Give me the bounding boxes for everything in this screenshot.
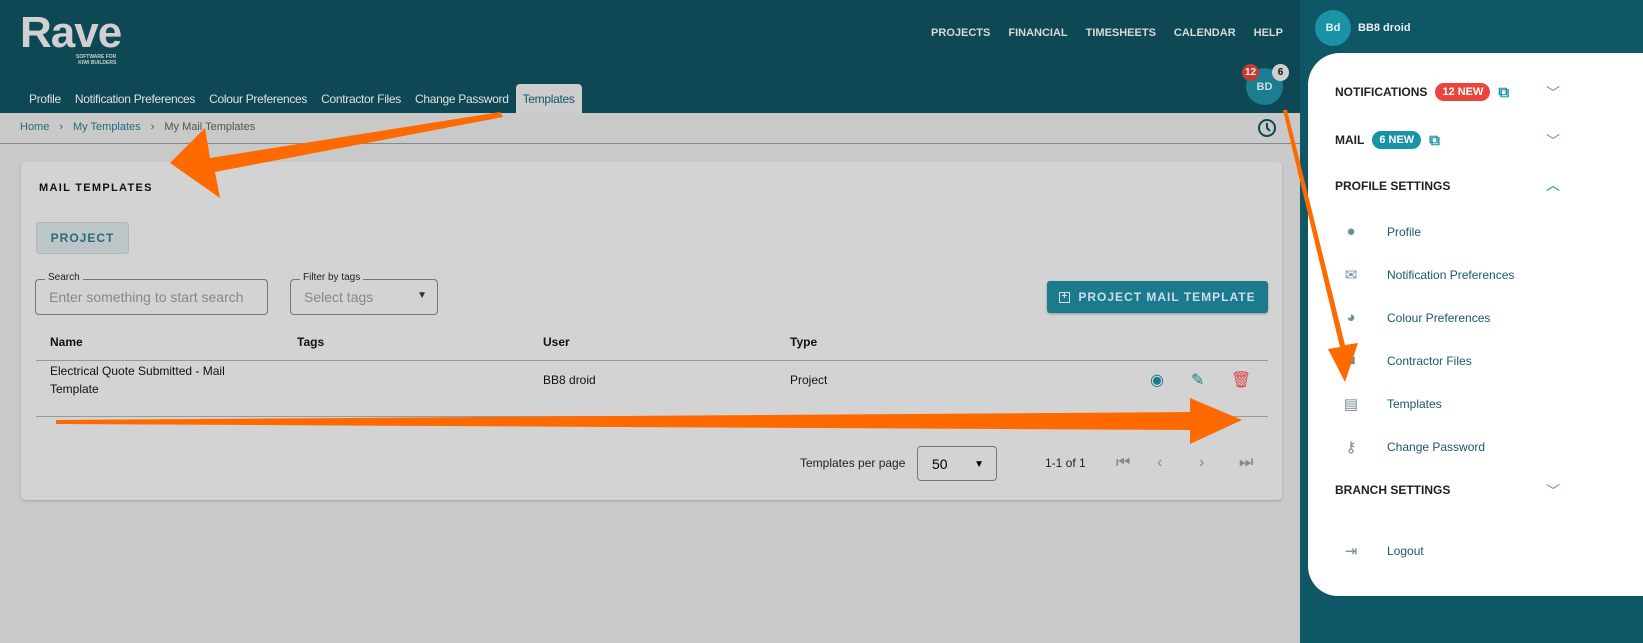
logo[interactable]: Rave [20, 8, 122, 58]
drawer-item-change-password[interactable]: ⚷ Change Password [1341, 438, 1486, 456]
notifications-label: NOTIFICATIONS [1335, 85, 1428, 99]
search-input[interactable]: Search Enter something to start search [35, 272, 268, 315]
divider [36, 416, 1268, 417]
tab-change-password[interactable]: Change Password [408, 84, 516, 113]
chevron-down-icon[interactable]: ﹀ [1546, 131, 1560, 151]
notifications-section[interactable]: NOTIFICATIONS 12 NEW ⧉ [1335, 83, 1509, 101]
folder-icon: ■ [1346, 352, 1356, 369]
delete-trash-icon[interactable]: 🗑 [1231, 370, 1251, 390]
tab-notification-preferences[interactable]: Notification Preferences [68, 84, 202, 113]
history-clock-icon[interactable] [1257, 118, 1277, 138]
nav-financial[interactable]: FINANCIAL [1008, 27, 1067, 39]
mail-count-badge: 6 [1272, 64, 1289, 81]
breadcrumb: Home › My Templates › My Mail Templates [20, 121, 255, 133]
nav-projects[interactable]: PROJECTS [931, 27, 990, 39]
notification-count-badge: 12 [1242, 64, 1259, 81]
palette-icon: ◕ [1346, 309, 1356, 326]
tab-contractor-files[interactable]: Contractor Files [314, 84, 408, 113]
caret-down-icon: ▼ [974, 459, 984, 470]
profile-tabs: Profile Notification Preferences Colour … [22, 84, 582, 113]
edit-pencil-icon[interactable]: ✎ [1191, 370, 1204, 390]
drawer-item-colour-preferences[interactable]: ◕ Colour Preferences [1341, 309, 1490, 326]
external-link-icon[interactable]: ⧉ [1498, 84, 1509, 101]
plus-box-icon: + [1059, 291, 1071, 303]
logout-button[interactable]: ⇥ Logout [1341, 542, 1424, 560]
breadcrumb-current: My Mail Templates [164, 121, 256, 133]
user-drawer: Bd BB8 droid NOTIFICATIONS 12 NEW ⧉ ﹀ MAIL… [1300, 0, 1643, 643]
per-page-value: 50 [932, 456, 948, 472]
drawer-item-templates[interactable]: ▤ Templates [1341, 395, 1442, 413]
page-range: 1-1 of 1 [1045, 456, 1086, 470]
mail-label: MAIL [1335, 133, 1365, 147]
breadcrumb-my-templates[interactable]: My Templates [73, 121, 141, 133]
column-header-tags[interactable]: Tags [297, 335, 324, 349]
branch-settings-section[interactable]: BRANCH SETTINGS [1335, 483, 1450, 497]
per-page-label: Templates per page [800, 456, 906, 470]
nav-timesheets[interactable]: TIMESHEETS [1086, 27, 1156, 39]
template-type: Project [790, 373, 828, 387]
notifications-new-badge: 12 NEW [1435, 83, 1491, 101]
drawer-panel: NOTIFICATIONS 12 NEW ⧉ ﹀ MAIL 6 NEW ⧉ ﹀ PROF… [1308, 53, 1643, 596]
breadcrumb-home[interactable]: Home [20, 121, 49, 133]
project-filter-button[interactable]: PROJECT [36, 222, 129, 254]
drawer-item-notification-preferences[interactable]: ✉ Notification Preferences [1341, 266, 1515, 284]
drawer-item-contractor-files[interactable]: ■ Contractor Files [1341, 352, 1472, 369]
top-nav: PROJECTS FINANCIAL TIMESHEETS CALENDAR H… [931, 27, 1283, 39]
column-header-name[interactable]: Name [50, 335, 83, 349]
chevron-up-icon[interactable]: ︿ [1546, 175, 1560, 195]
view-eye-icon[interactable]: ◉ [1150, 370, 1164, 390]
item-label: Templates [1387, 397, 1442, 411]
column-header-user[interactable]: User [543, 335, 570, 349]
divider [36, 360, 1268, 361]
item-label: Contractor Files [1387, 353, 1472, 368]
template-user: BB8 droid [543, 373, 596, 387]
drawer-user-name: BB8 droid [1358, 22, 1411, 34]
mail-section[interactable]: MAIL 6 NEW ⧉ [1335, 131, 1440, 149]
item-label: Profile [1387, 224, 1422, 239]
filter-label: Filter by tags [300, 272, 364, 283]
nav-help[interactable]: HELP [1254, 27, 1283, 39]
logout-icon: ⇥ [1344, 543, 1358, 560]
drawer-item-profile[interactable]: ● Profile [1341, 223, 1421, 240]
divider [0, 143, 1300, 144]
filter-tags-select[interactable]: Filter by tags Select tags ▼ [290, 272, 438, 315]
card-title: MAIL TEMPLATES [39, 182, 153, 194]
item-label: Colour Preferences [1387, 310, 1491, 325]
add-button-label: PROJECT MAIL TEMPLATE [1078, 290, 1256, 304]
next-page-icon[interactable]: › [1199, 454, 1204, 472]
per-page-select[interactable]: 50 ▼ [917, 446, 997, 481]
prev-page-icon[interactable]: ‹ [1157, 454, 1162, 472]
logout-label: Logout [1387, 544, 1424, 558]
chevron-right-icon: › [59, 121, 64, 133]
add-project-mail-template-button[interactable]: + PROJECT MAIL TEMPLATE [1047, 281, 1268, 313]
nav-calendar[interactable]: CALENDAR [1174, 27, 1236, 39]
logo-tagline: SOFTWARE FOR KIWI BUILDERS [76, 54, 117, 66]
person-icon: ● [1346, 223, 1356, 240]
column-header-type[interactable]: Type [790, 335, 817, 349]
first-page-icon[interactable]: ⏮ [1116, 454, 1130, 472]
tab-profile[interactable]: Profile [22, 84, 68, 113]
search-placeholder: Enter something to start search [49, 289, 244, 305]
app-header: Rave SOFTWARE FOR KIWI BUILDERS PROJECTS … [0, 0, 1300, 113]
caret-down-icon: ▼ [417, 290, 427, 301]
profile-settings-section[interactable]: PROFILE SETTINGS [1335, 179, 1450, 193]
item-label: Notification Preferences [1387, 268, 1515, 282]
search-label: Search [45, 272, 83, 283]
chevron-down-icon[interactable]: ﹀ [1546, 83, 1560, 103]
document-icon: ▤ [1343, 396, 1359, 413]
external-link-icon[interactable]: ⧉ [1429, 132, 1440, 149]
item-label: Change Password [1387, 440, 1486, 454]
template-name: Electrical Quote Submitted - Mail Templa… [50, 364, 225, 396]
chevron-down-icon[interactable]: ﹀ [1546, 481, 1560, 501]
tab-templates[interactable]: Templates [515, 84, 582, 113]
key-icon: ⚷ [1345, 439, 1357, 456]
envelope-icon: ✉ [1344, 267, 1358, 284]
last-page-icon[interactable]: ⏭ [1239, 454, 1253, 472]
drawer-avatar: Bd [1315, 10, 1351, 46]
mail-new-badge: 6 NEW [1372, 131, 1422, 149]
filter-placeholder: Select tags [304, 289, 374, 305]
tab-colour-preferences[interactable]: Colour Preferences [202, 84, 314, 113]
chevron-right-icon: › [150, 121, 155, 133]
mail-templates-card: MAIL TEMPLATES PROJECT Search Enter some… [21, 162, 1282, 500]
